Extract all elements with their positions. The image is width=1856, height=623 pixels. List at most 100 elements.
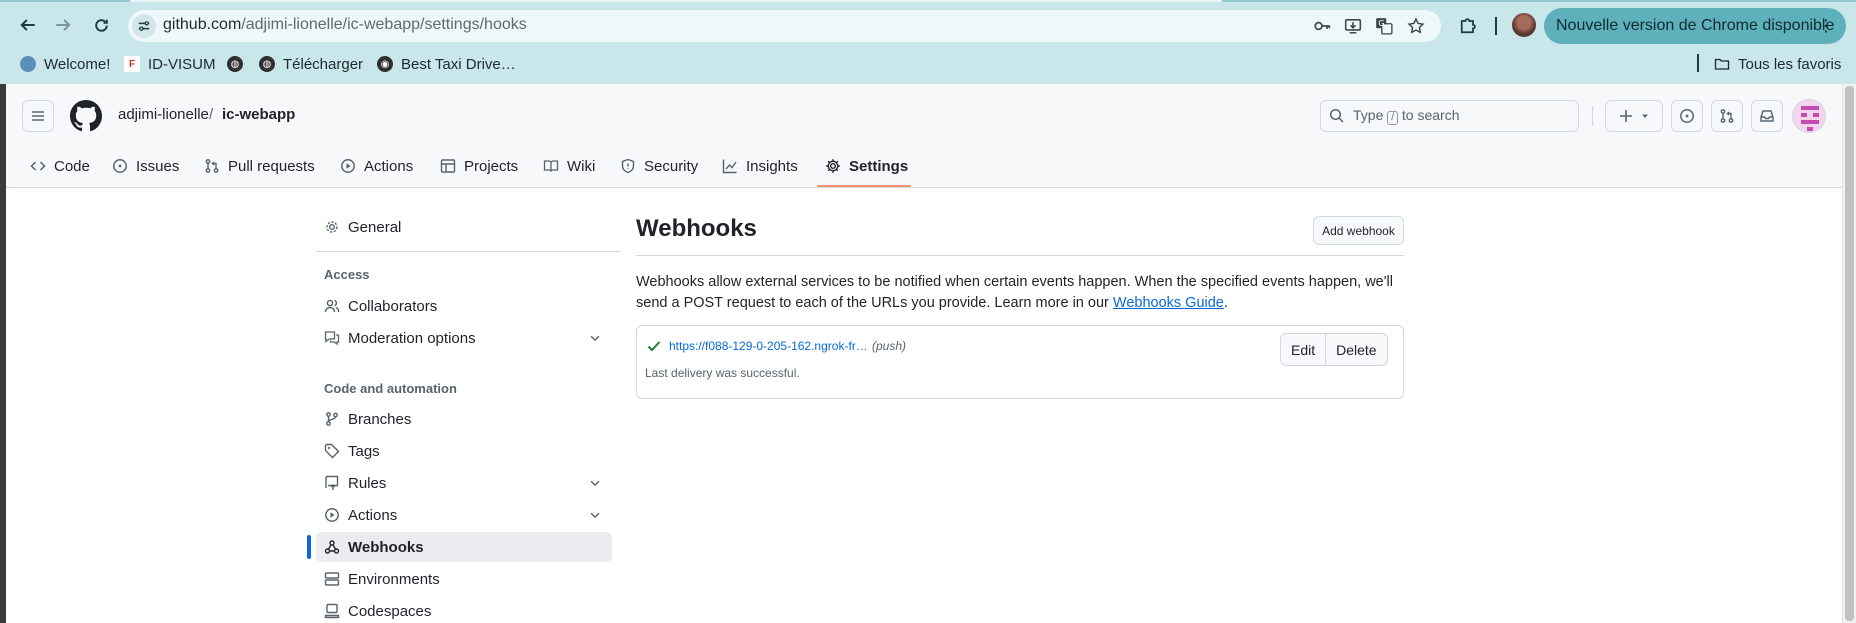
tab-code[interactable]: Code [30, 152, 90, 180]
sidebar-divider [316, 251, 620, 252]
menu-button[interactable] [22, 100, 54, 132]
pull-requests-header-button[interactable] [1711, 100, 1743, 132]
sidebar-item-label: Rules [348, 474, 387, 492]
tab-wiki[interactable]: Wiki [543, 152, 595, 180]
password-key-icon[interactable] [1310, 14, 1334, 38]
sidebar-item-moderation-options[interactable]: Moderation options [316, 323, 612, 353]
globe-favicon-icon: ◍ [259, 56, 275, 72]
user-avatar[interactable] [1792, 99, 1826, 133]
globe-favicon-icon: ◍ [227, 56, 243, 72]
sidebar-item-tags[interactable]: Tags [316, 436, 612, 466]
site-info-button[interactable] [132, 14, 156, 38]
install-app-icon[interactable] [1341, 14, 1365, 38]
tab-label: Settings [849, 157, 909, 175]
sidebar-heading-code-automation: Code and automation [324, 381, 457, 396]
bookmark-best-taxi[interactable]: ◉ Best Taxi Drive… [377, 53, 516, 75]
sidebar-item-rules[interactable]: Rules [316, 468, 612, 498]
repo-push-icon [325, 475, 339, 490]
table-icon [440, 159, 456, 173]
sidebar-item-label: Actions [348, 506, 398, 524]
extensions-puzzle-icon[interactable] [1454, 12, 1482, 40]
svg-text:G: G [1378, 19, 1384, 28]
sidebar-item-collaborators[interactable]: Collaborators [316, 291, 612, 321]
bookmark-label: Welcome! [44, 55, 111, 73]
sidebar-item-codespaces[interactable]: Codespaces [316, 596, 612, 623]
book-icon [543, 160, 559, 172]
gear-icon [326, 221, 338, 233]
issues-header-button[interactable] [1671, 100, 1703, 132]
tune-icon [138, 21, 150, 31]
sidebar-item-label: Environments [348, 570, 440, 588]
chrome-update-label: Nouvelle version de Chrome disponible [1556, 17, 1835, 34]
repo-owner-link[interactable]: adjimi-lionelle [118, 106, 209, 123]
sidebar-item-label: Webhooks [348, 538, 424, 556]
tab-pull-requests[interactable]: Pull requests [204, 152, 315, 180]
sidebar-item-general[interactable]: General [316, 212, 612, 242]
bookmark-star-icon[interactable] [1404, 14, 1428, 38]
scrollbar-thumb[interactable] [1845, 86, 1854, 621]
sidebar-active-indicator [307, 535, 311, 559]
webhooks-description: Webhooks allow external services to be n… [636, 272, 1412, 314]
repo-path-separator: / [209, 106, 214, 123]
sidebar-item-label: General [348, 218, 402, 236]
edit-webhook-button[interactable]: Edit [1281, 334, 1325, 365]
repo-name-link[interactable]: ic-webapp [222, 106, 295, 123]
inbox-icon [1760, 110, 1774, 122]
sidebar-item-actions[interactable]: Actions [316, 500, 612, 530]
reload-button[interactable] [86, 10, 116, 40]
delete-webhook-button[interactable]: Delete [1325, 334, 1386, 365]
translate-icon[interactable]: G [1372, 14, 1396, 38]
graph-icon [722, 159, 737, 174]
bookmark-globe[interactable]: ◍ [227, 53, 243, 75]
sidebar-item-environments[interactable]: Environments [316, 564, 612, 594]
bookmark-id-visum[interactable]: F ID-VISUM [124, 53, 216, 75]
triangle-down-icon [1642, 114, 1648, 118]
add-webhook-button[interactable]: Add webhook [1313, 216, 1404, 245]
bookmark-telecharger[interactable]: ◍ Télécharger [259, 53, 363, 75]
arrow-left-icon [20, 19, 35, 31]
webhooks-guide-link[interactable]: Webhooks Guide [1113, 295, 1224, 311]
server-icon [324, 572, 340, 586]
create-new-button[interactable] [1605, 100, 1663, 132]
toolbar-separator [1495, 17, 1497, 35]
url-text[interactable]: github.com/adjimi-lionelle/ic-webapp/set… [163, 16, 527, 34]
webhook-delivery-status: Last delivery was successful. [645, 366, 800, 380]
sidebar-item-label: Codespaces [348, 602, 432, 620]
forward-button[interactable] [48, 10, 78, 40]
tab-projects[interactable]: Projects [440, 152, 518, 180]
tab-settings[interactable]: Settings [825, 152, 908, 180]
git-branch-icon [326, 412, 338, 426]
more-menu-icon[interactable]: ⋮ [1818, 16, 1834, 36]
tab-issues[interactable]: Issues [112, 152, 179, 180]
pull-request-icon [205, 159, 219, 173]
page-title: Webhooks [636, 215, 757, 242]
tab-insights[interactable]: Insights [722, 152, 798, 180]
codespaces-icon [324, 603, 340, 619]
search-suffix: to search [1401, 107, 1460, 123]
tab-label: Projects [464, 157, 519, 175]
tag-icon [324, 443, 340, 459]
all-bookmarks-folder[interactable]: Tous les favoris [1714, 53, 1841, 75]
sidebar-item-webhooks[interactable]: Webhooks [316, 532, 612, 562]
search-input[interactable]: Type / to search [1320, 100, 1579, 132]
webhook-url-link[interactable]: https://f088-129-0-205-162.ngrok-fr… [669, 339, 868, 353]
profile-avatar[interactable] [1512, 13, 1536, 37]
active-tab-edge [130, 0, 1222, 2]
bookmark-label: ID-VISUM [148, 55, 216, 73]
tab-actions[interactable]: Actions [340, 152, 413, 180]
plus-icon [1620, 110, 1632, 122]
sidebar-item-branches[interactable]: Branches [316, 404, 612, 434]
reload-icon [94, 18, 108, 32]
back-button[interactable] [13, 10, 43, 40]
folder-icon [1714, 58, 1730, 70]
issue-icon [113, 159, 127, 173]
tab-security[interactable]: Security [620, 152, 698, 180]
inbox-header-button[interactable] [1751, 100, 1783, 132]
github-logo-icon[interactable] [70, 100, 102, 132]
chrome-update-button[interactable]: Nouvelle version de Chrome disponible ⋮ [1544, 8, 1846, 44]
id-visum-favicon-icon: F [124, 56, 140, 72]
chevron-down-icon [590, 512, 600, 519]
url-host: github.com [163, 16, 242, 33]
bookmark-welcome[interactable]: Welcome! [20, 53, 110, 75]
hamburger-icon [32, 111, 44, 121]
